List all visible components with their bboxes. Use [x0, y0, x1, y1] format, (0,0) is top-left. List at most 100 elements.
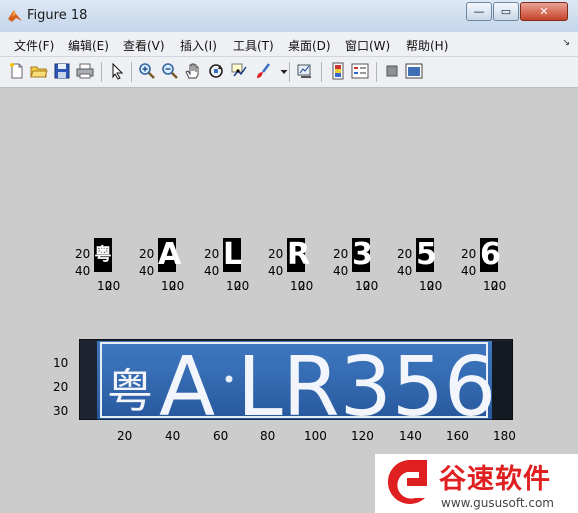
character-glyph: 5 [416, 237, 437, 272]
maximize-button[interactable]: ▭ [493, 2, 519, 21]
subplot-ytick: 20 [204, 247, 220, 261]
plate-char-1: 粤 [107, 364, 153, 418]
subplot-xtick: 20 [427, 279, 443, 293]
subplot-ytick: 20 [397, 247, 413, 261]
subplot-ytick: 40 [268, 264, 284, 278]
plate-xtick: 140 [399, 429, 422, 443]
character-glyph: A [158, 237, 182, 272]
plate-ytick: 20 [53, 380, 69, 394]
plate-dot [225, 375, 233, 383]
subplot-ytick: 20 [139, 247, 155, 261]
toolbar-separator [321, 62, 322, 82]
toolbar-separator [101, 62, 102, 82]
colorbar-icon[interactable] [329, 62, 347, 80]
pan-hand-icon[interactable] [184, 62, 202, 80]
plate-xtick: 100 [304, 429, 327, 443]
subplot-ytick: 40 [397, 264, 413, 278]
figure-canvas: 粤 20 40 10 20 A 20 40 10 20 L 20 40 10 20 R 20 40 10 20 3 20 4… [6, 88, 572, 513]
close-icon: ✕ [539, 5, 549, 18]
character-image: 粤 [94, 238, 112, 272]
character-glyph: 粤 [94, 245, 112, 265]
plate-xtick: 160 [446, 429, 469, 443]
brush-dropdown-icon[interactable] [275, 62, 288, 80]
matlab-app-icon [8, 10, 22, 22]
toolbar-separator [289, 62, 290, 82]
plate-image-axes: 粤 A LR356 10 20 30 20 40 60 80 100 120 1… [53, 338, 516, 442]
plate-image: 粤 A LR356 [78, 338, 514, 435]
plate-xtick: 40 [165, 429, 181, 443]
menu-help[interactable]: 帮助(H) [406, 37, 448, 54]
subplot-xtick: 20 [169, 279, 185, 293]
menu-window[interactable]: 窗口(W) [345, 37, 390, 54]
menu-desktop[interactable]: 桌面(D) [288, 37, 331, 54]
plate-xtick: 180 [493, 429, 516, 443]
new-figure-icon[interactable] [8, 62, 26, 80]
character-glyph: 6 [480, 237, 501, 272]
menu-overflow-icon[interactable]: ↘ [562, 38, 570, 48]
character-glyph: 3 [352, 237, 373, 272]
menu-edit[interactable]: 编辑(E) [68, 37, 109, 54]
show-plot-tools-icon[interactable] [405, 62, 423, 80]
subplot-ytick: 40 [461, 264, 477, 278]
plate-char-3: LR356 [237, 340, 496, 420]
figure-window: Figure 18 — ▭ ✕ 文件(F) 编辑(E) 查看(V) 插入(I) … [0, 0, 578, 513]
watermark-url: www.gususoft.com [441, 496, 554, 510]
subplot-ytick: 20 [333, 247, 349, 261]
maximize-icon: ▭ [500, 5, 512, 18]
menu-view[interactable]: 查看(V) [123, 37, 165, 54]
figure-toolbar [0, 57, 578, 88]
subplot-ytick: 40 [333, 264, 349, 278]
character-glyph: L [223, 237, 243, 272]
subplot-ytick: 20 [268, 247, 284, 261]
plate-xtick: 20 [117, 429, 133, 443]
subplot-ytick: 40 [75, 264, 91, 278]
subplot-xtick: 20 [105, 279, 121, 293]
watermark-brand: 谷速软件 [439, 464, 551, 495]
title-bar: Figure 18 — ▭ ✕ [0, 0, 578, 33]
link-plot-icon[interactable] [296, 62, 314, 80]
print-icon[interactable] [76, 62, 94, 80]
watermark-logo: 谷速软件 www.gususoft.com [375, 454, 578, 513]
hide-plot-tools-icon[interactable] [383, 62, 401, 80]
menu-tools[interactable]: 工具(T) [233, 37, 274, 54]
subplot-ytick: 40 [139, 264, 155, 278]
menu-file[interactable]: 文件(F) [14, 37, 54, 54]
data-cursor-icon[interactable] [230, 62, 248, 80]
subplot-ytick: 20 [75, 247, 91, 261]
character-glyph: R [287, 237, 311, 272]
character-image: L [223, 237, 243, 272]
window-title: Figure 18 [27, 8, 88, 23]
plate-xtick: 120 [351, 429, 374, 443]
subplot-xtick: 20 [234, 279, 250, 293]
minimize-icon: — [473, 5, 485, 18]
plate-ytick: 30 [53, 404, 69, 418]
subplot-ytick: 40 [204, 264, 220, 278]
rotate-3d-icon[interactable] [207, 62, 225, 80]
plate-xtick: 60 [213, 429, 229, 443]
character-image: R [287, 237, 311, 272]
minimize-button[interactable]: — [466, 2, 492, 21]
plate-ytick: 10 [53, 356, 69, 370]
subplot-xtick: 20 [491, 279, 507, 293]
character-image: 5 [416, 237, 437, 272]
subplot-ytick: 20 [461, 247, 477, 261]
character-image: 3 [352, 237, 373, 272]
brush-icon[interactable] [254, 62, 272, 80]
subplot-xtick: 20 [298, 279, 314, 293]
edit-plot-arrow-icon[interactable] [108, 62, 126, 80]
menu-bar: 文件(F) 编辑(E) 查看(V) 插入(I) 工具(T) 桌面(D) 窗口(W… [0, 32, 578, 57]
save-icon[interactable] [53, 62, 71, 80]
toolbar-separator [376, 62, 377, 82]
toolbar-separator [131, 62, 132, 82]
subplot-xtick: 20 [363, 279, 379, 293]
character-image: A [158, 237, 182, 272]
menu-insert[interactable]: 插入(I) [180, 37, 217, 54]
plate-xtick: 80 [260, 429, 276, 443]
plate-char-2: A [159, 340, 215, 420]
open-file-icon[interactable] [30, 62, 48, 80]
close-button[interactable]: ✕ [520, 2, 568, 21]
character-image: 6 [480, 237, 501, 272]
zoom-in-icon[interactable] [138, 62, 156, 80]
legend-icon[interactable] [351, 62, 369, 80]
zoom-out-icon[interactable] [161, 62, 179, 80]
